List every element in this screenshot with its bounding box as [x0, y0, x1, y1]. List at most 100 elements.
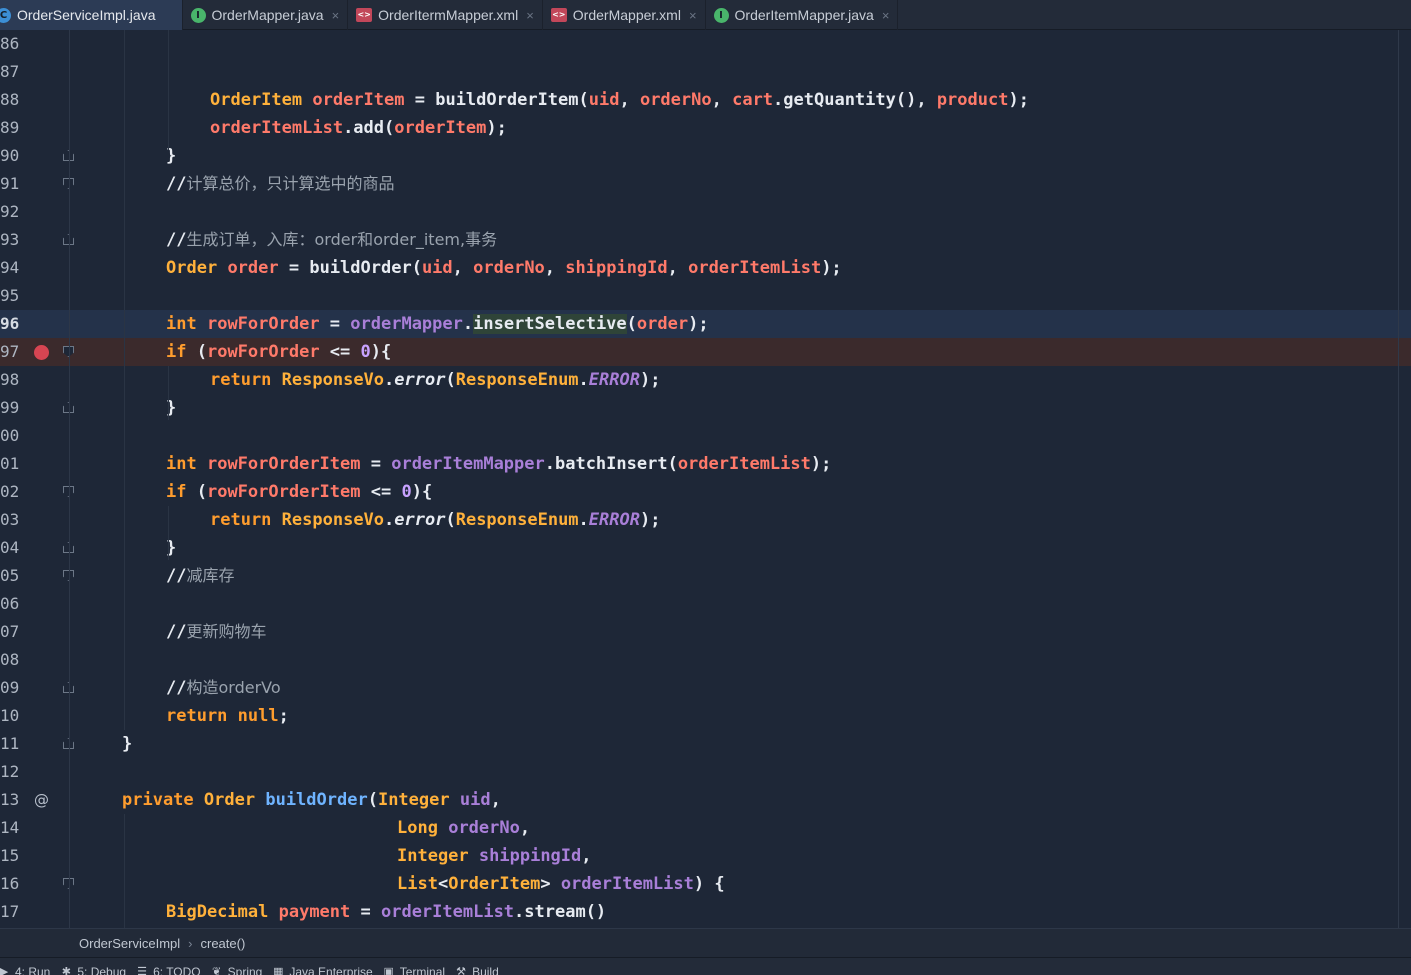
code-line[interactable]: 99}	[0, 394, 1411, 422]
code-line[interactable]: 15 Integer shippingId,	[0, 842, 1411, 870]
code-text: return ResponseVo.error(ResponseEnum.ERR…	[210, 366, 660, 394]
code-line[interactable]: 90}	[0, 142, 1411, 170]
code-editor[interactable]: 86 87 88 OrderItem orderItem = buildOrderIt…	[0, 30, 1411, 928]
line-number[interactable]: 10	[0, 702, 30, 730]
code-line[interactable]: 93 //生成订单，入库：order和order_item,事务	[0, 226, 1411, 254]
close-icon[interactable]: ×	[526, 8, 534, 23]
line-number[interactable]: 13	[0, 786, 30, 814]
code-line[interactable]: 88 OrderItem orderItem = buildOrderItem(u…	[0, 86, 1411, 114]
java-enterprise-icon: ▦	[273, 966, 284, 975]
code-token: <	[437, 874, 449, 894]
line-number[interactable]: 93	[0, 226, 30, 254]
tab-orderitemmapper-java[interactable]: I OrderItemMapper.java ×	[706, 0, 899, 30]
line-number[interactable]: 14	[0, 814, 30, 842]
code-line[interactable]: 07 //更新购物车	[0, 618, 1411, 646]
editor-tab-bar: C OrderServiceImpl.java I OrderMapper.java ×…	[0, 0, 1411, 30]
line-number[interactable]: 04	[0, 534, 30, 562]
code-line[interactable]: 04}	[0, 534, 1411, 562]
tool-window-spring[interactable]: ❦ Spring	[211, 960, 273, 975]
line-number[interactable]: 11	[0, 730, 30, 758]
line-number[interactable]: 91	[0, 170, 30, 198]
code-line[interactable]: 02 if (rowForOrderItem <= 0){	[0, 478, 1411, 506]
code-line[interactable]: 05 //减库存	[0, 562, 1411, 590]
code-line[interactable]: 12	[0, 758, 1411, 786]
code-line[interactable]: 87	[0, 58, 1411, 86]
close-icon[interactable]: ×	[689, 8, 697, 23]
code-line[interactable]: 91 //计算总价，只计算选中的商品	[0, 170, 1411, 198]
code-token: .	[384, 370, 395, 390]
code-line[interactable]: 08	[0, 646, 1411, 674]
line-number[interactable]: 95	[0, 282, 30, 310]
code-line[interactable]: 17 BigDecimal payment = orderItemList.str…	[0, 898, 1411, 926]
close-icon[interactable]: ×	[882, 8, 890, 23]
tab-ordermapper-java[interactable]: I OrderMapper.java ×	[183, 0, 349, 30]
code-line[interactable]: 97 if (rowForOrder <= 0){	[0, 338, 1411, 366]
line-number[interactable]: 98	[0, 366, 30, 394]
code-line[interactable]: 98 return ResponseVo.error(ResponseEnum.E…	[0, 366, 1411, 394]
code-line[interactable]: 16 List<OrderItem> orderItemList) {	[0, 870, 1411, 898]
line-number[interactable]: 15	[0, 842, 30, 870]
line-number[interactable]: 12	[0, 758, 30, 786]
tool-window-4-run[interactable]: ▶ 4: Run	[0, 960, 60, 975]
breadcrumb-class[interactable]: OrderServiceImpl	[79, 936, 180, 951]
line-number[interactable]: 00	[0, 422, 30, 450]
code-token: 0	[360, 342, 371, 362]
code-line[interactable]: 06	[0, 590, 1411, 618]
code-line[interactable]: 95	[0, 282, 1411, 310]
line-number[interactable]: 08	[0, 646, 30, 674]
line-number[interactable]: 94	[0, 254, 30, 282]
line-number[interactable]: 01	[0, 450, 30, 478]
line-number[interactable]: 03	[0, 506, 30, 534]
tab-ordermapper-xml[interactable]: <> OrderMapper.xml ×	[543, 0, 706, 30]
implementation-gutter-icon[interactable]: @	[34, 786, 49, 814]
code-line[interactable]: 96 int rowForOrder = orderMapper.insertSe…	[0, 310, 1411, 338]
line-number[interactable]: 86	[0, 30, 30, 58]
line-number[interactable]: 99	[0, 394, 30, 422]
code-line[interactable]: 11}	[0, 730, 1411, 758]
code-token: orderItemList	[560, 874, 694, 894]
tool-window-6-todo[interactable]: ☰ 6: TODO	[136, 960, 211, 975]
line-number[interactable]: 07	[0, 618, 30, 646]
line-number[interactable]: 09	[0, 674, 30, 702]
tab-orderserviceimpl-java[interactable]: C OrderServiceImpl.java	[0, 0, 183, 30]
breakpoint-icon[interactable]	[34, 345, 49, 360]
line-number[interactable]: 90	[0, 142, 30, 170]
line-number[interactable]: 88	[0, 86, 30, 114]
line-number[interactable]: 16	[0, 870, 30, 898]
close-icon[interactable]: ×	[332, 8, 340, 23]
code-line[interactable]: 03 return ResponseVo.error(ResponseEnum.E…	[0, 506, 1411, 534]
line-number[interactable]: 96	[0, 310, 30, 338]
line-number[interactable]: 92	[0, 198, 30, 226]
line-number[interactable]: 87	[0, 58, 30, 86]
tool-window-label: Spring	[227, 965, 263, 975]
code-text: //生成订单，入库：order和order_item,事务	[166, 226, 497, 254]
line-number[interactable]: 06	[0, 590, 30, 618]
tab-orderitermmapper-xml[interactable]: <> OrderItermMapper.xml ×	[348, 0, 543, 30]
tab-label: OrderMapper.xml	[572, 7, 681, 23]
line-number[interactable]: 17	[0, 898, 30, 926]
breadcrumb-method[interactable]: create()	[200, 936, 245, 951]
code-line[interactable]: 92	[0, 198, 1411, 226]
line-number[interactable]: 97	[0, 338, 30, 366]
code-line[interactable]: 01 int rowForOrderItem = orderItemMapper.…	[0, 450, 1411, 478]
code-token: return	[210, 510, 272, 530]
line-number[interactable]: 89	[0, 114, 30, 142]
code-token: //	[166, 230, 187, 250]
line-number[interactable]: 05	[0, 562, 30, 590]
code-token: rowForOrderItem	[206, 482, 361, 502]
line-number[interactable]: 02	[0, 478, 30, 506]
debug-icon: ✱	[61, 966, 71, 975]
code-line[interactable]: 89 orderItemList.add(orderItem);	[0, 114, 1411, 142]
code-line[interactable]: 10 return null;	[0, 702, 1411, 730]
code-line[interactable]: 86	[0, 30, 1411, 58]
code-line[interactable]: 13 @ private Order buildOrder(Integer uid,	[0, 786, 1411, 814]
tool-window-build[interactable]: ⚒ Build	[455, 960, 509, 975]
tool-window-5-debug[interactable]: ✱ 5: Debug	[60, 960, 136, 975]
tool-window-java-enterprise[interactable]: ▦ Java Enterprise	[272, 960, 382, 975]
code-line[interactable]: 94 Order order = buildOrder(uid, orderNo,…	[0, 254, 1411, 282]
tool-window-terminal[interactable]: ▣ Terminal	[383, 960, 455, 975]
code-line[interactable]: 00	[0, 422, 1411, 450]
code-line[interactable]: 09 //构造orderVo	[0, 674, 1411, 702]
code-line[interactable]: 14 Long orderNo,	[0, 814, 1411, 842]
code-token: uid	[421, 258, 453, 278]
